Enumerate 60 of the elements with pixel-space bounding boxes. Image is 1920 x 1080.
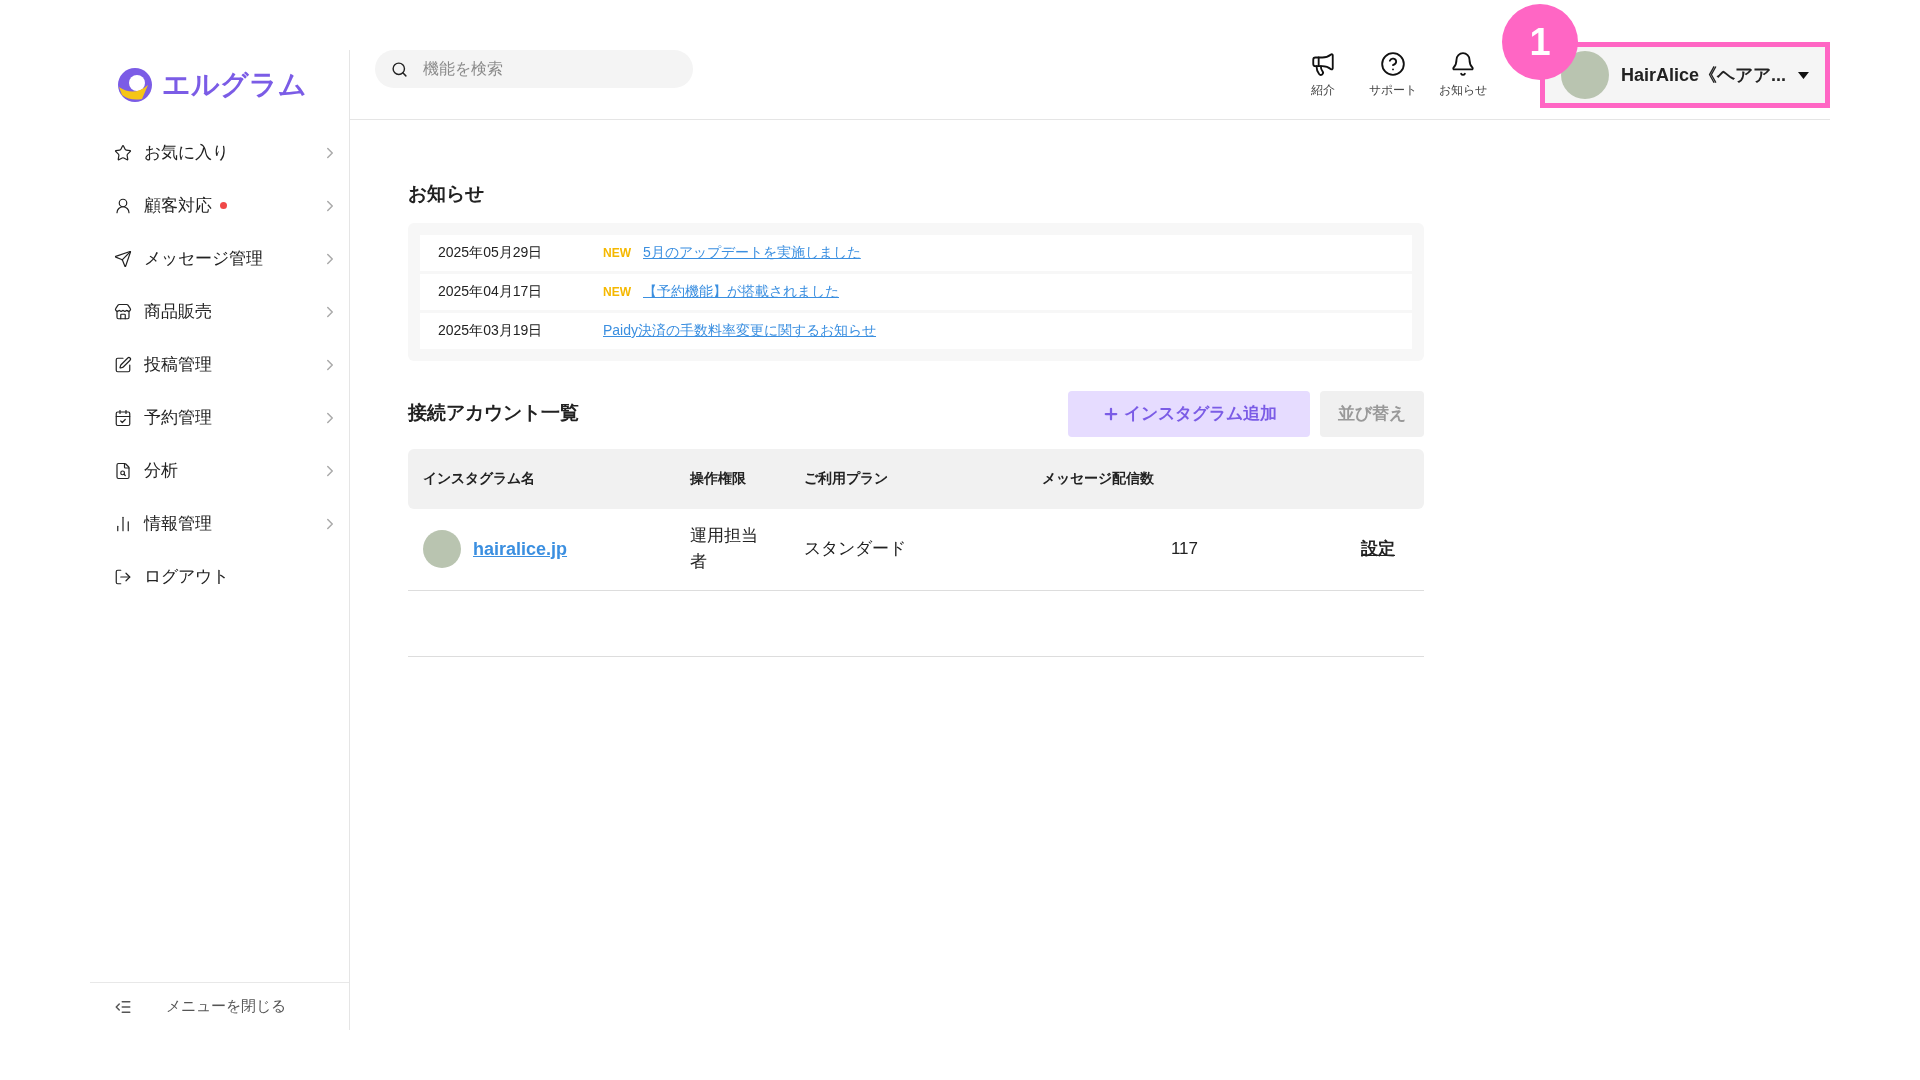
notice-link[interactable]: 【予約機能】が搭載されました bbox=[643, 281, 839, 302]
sidebar-item-label: 情報管理 bbox=[144, 512, 212, 535]
annotation-badge: 1 bbox=[1502, 4, 1578, 80]
column-header: ご利用プラン bbox=[804, 469, 889, 488]
notice-date: 2025年04月17日 bbox=[438, 282, 544, 301]
sidebar-item[interactable]: メッセージ管理 bbox=[90, 232, 349, 285]
table-cell-text: 117 bbox=[1169, 538, 1198, 561]
sidebar-item-label: 分析 bbox=[144, 459, 178, 482]
sidebar-item-label: ログアウト bbox=[144, 565, 229, 588]
user-icon bbox=[114, 196, 132, 215]
settings-link[interactable]: 設定 bbox=[1361, 536, 1395, 562]
collapse-menu-label: メニューを閉じる bbox=[166, 996, 286, 1017]
section-title: お知らせ bbox=[408, 182, 485, 206]
notice-link[interactable]: Paidy決済の手数料率変更に関するお知らせ bbox=[603, 320, 877, 341]
star-icon bbox=[114, 143, 132, 162]
sidebar-item[interactable]: 商品販売 bbox=[90, 285, 349, 338]
paper-plane-icon bbox=[114, 249, 132, 268]
megaphone-icon bbox=[1310, 51, 1336, 77]
calendar-icon bbox=[114, 408, 132, 427]
bell-icon bbox=[1450, 51, 1476, 77]
table-cell-text: スタンダード bbox=[804, 538, 907, 561]
sidebar-item[interactable]: 分析 bbox=[90, 444, 349, 497]
logo-text: エルグラム bbox=[162, 68, 307, 102]
document-search-icon bbox=[114, 461, 132, 480]
sidebar-item-label: 投稿管理 bbox=[144, 353, 212, 376]
header-action-button[interactable]: サポート bbox=[1363, 51, 1423, 99]
sidebar-item-label: 予約管理 bbox=[144, 406, 212, 429]
sidebar-item[interactable]: 投稿管理 bbox=[90, 338, 349, 391]
sidebar-item-label: 顧客対応 bbox=[144, 194, 212, 217]
sidebar-item[interactable]: 顧客対応 bbox=[90, 179, 349, 232]
header-action-button[interactable]: 紹介 bbox=[1293, 51, 1353, 99]
search-field[interactable]: 機能を検索 bbox=[375, 50, 693, 88]
new-label: NEW bbox=[603, 283, 631, 301]
sidebar-item[interactable]: 情報管理 bbox=[90, 497, 349, 550]
logo-icon bbox=[116, 67, 154, 103]
add-instagram-button[interactable]: インスタグラム追加 bbox=[1068, 390, 1310, 437]
search-icon bbox=[391, 61, 408, 78]
sidebar-item[interactable]: お気に入り bbox=[90, 126, 349, 179]
sidebar-item-label: メッセージ管理 bbox=[144, 247, 263, 270]
table-cell-text: 運用担当者 bbox=[690, 525, 759, 573]
notice-link[interactable]: 5月のアップデートを実施しました bbox=[643, 242, 861, 263]
sidebar-item-label: 商品販売 bbox=[144, 300, 212, 323]
column-header: インスタグラム名 bbox=[423, 469, 536, 488]
notice-date: 2025年03月19日 bbox=[438, 321, 544, 340]
store-icon bbox=[114, 302, 132, 321]
header-action-button[interactable]: お知らせ bbox=[1433, 51, 1493, 99]
new-label: NEW bbox=[603, 244, 631, 262]
sidebar-item[interactable]: 予約管理 bbox=[90, 391, 349, 444]
sidebar-item[interactable]: ログアウト bbox=[90, 550, 349, 603]
pencil-square-icon bbox=[114, 355, 132, 374]
logout-icon bbox=[114, 567, 132, 586]
collapse-menu-button[interactable]: メニューを閉じる bbox=[90, 982, 349, 1030]
sidebar-item-label: お気に入り bbox=[144, 141, 229, 164]
bar-chart-icon bbox=[114, 514, 132, 533]
section-title: 接続アカウント一覧 bbox=[408, 401, 580, 426]
help-icon bbox=[1380, 51, 1406, 77]
caret-down-icon bbox=[1798, 70, 1809, 80]
column-header: メッセージ配信数 bbox=[1042, 469, 1155, 488]
notice-date: 2025年05月29日 bbox=[438, 243, 544, 262]
column-header: 操作権限 bbox=[690, 469, 747, 488]
